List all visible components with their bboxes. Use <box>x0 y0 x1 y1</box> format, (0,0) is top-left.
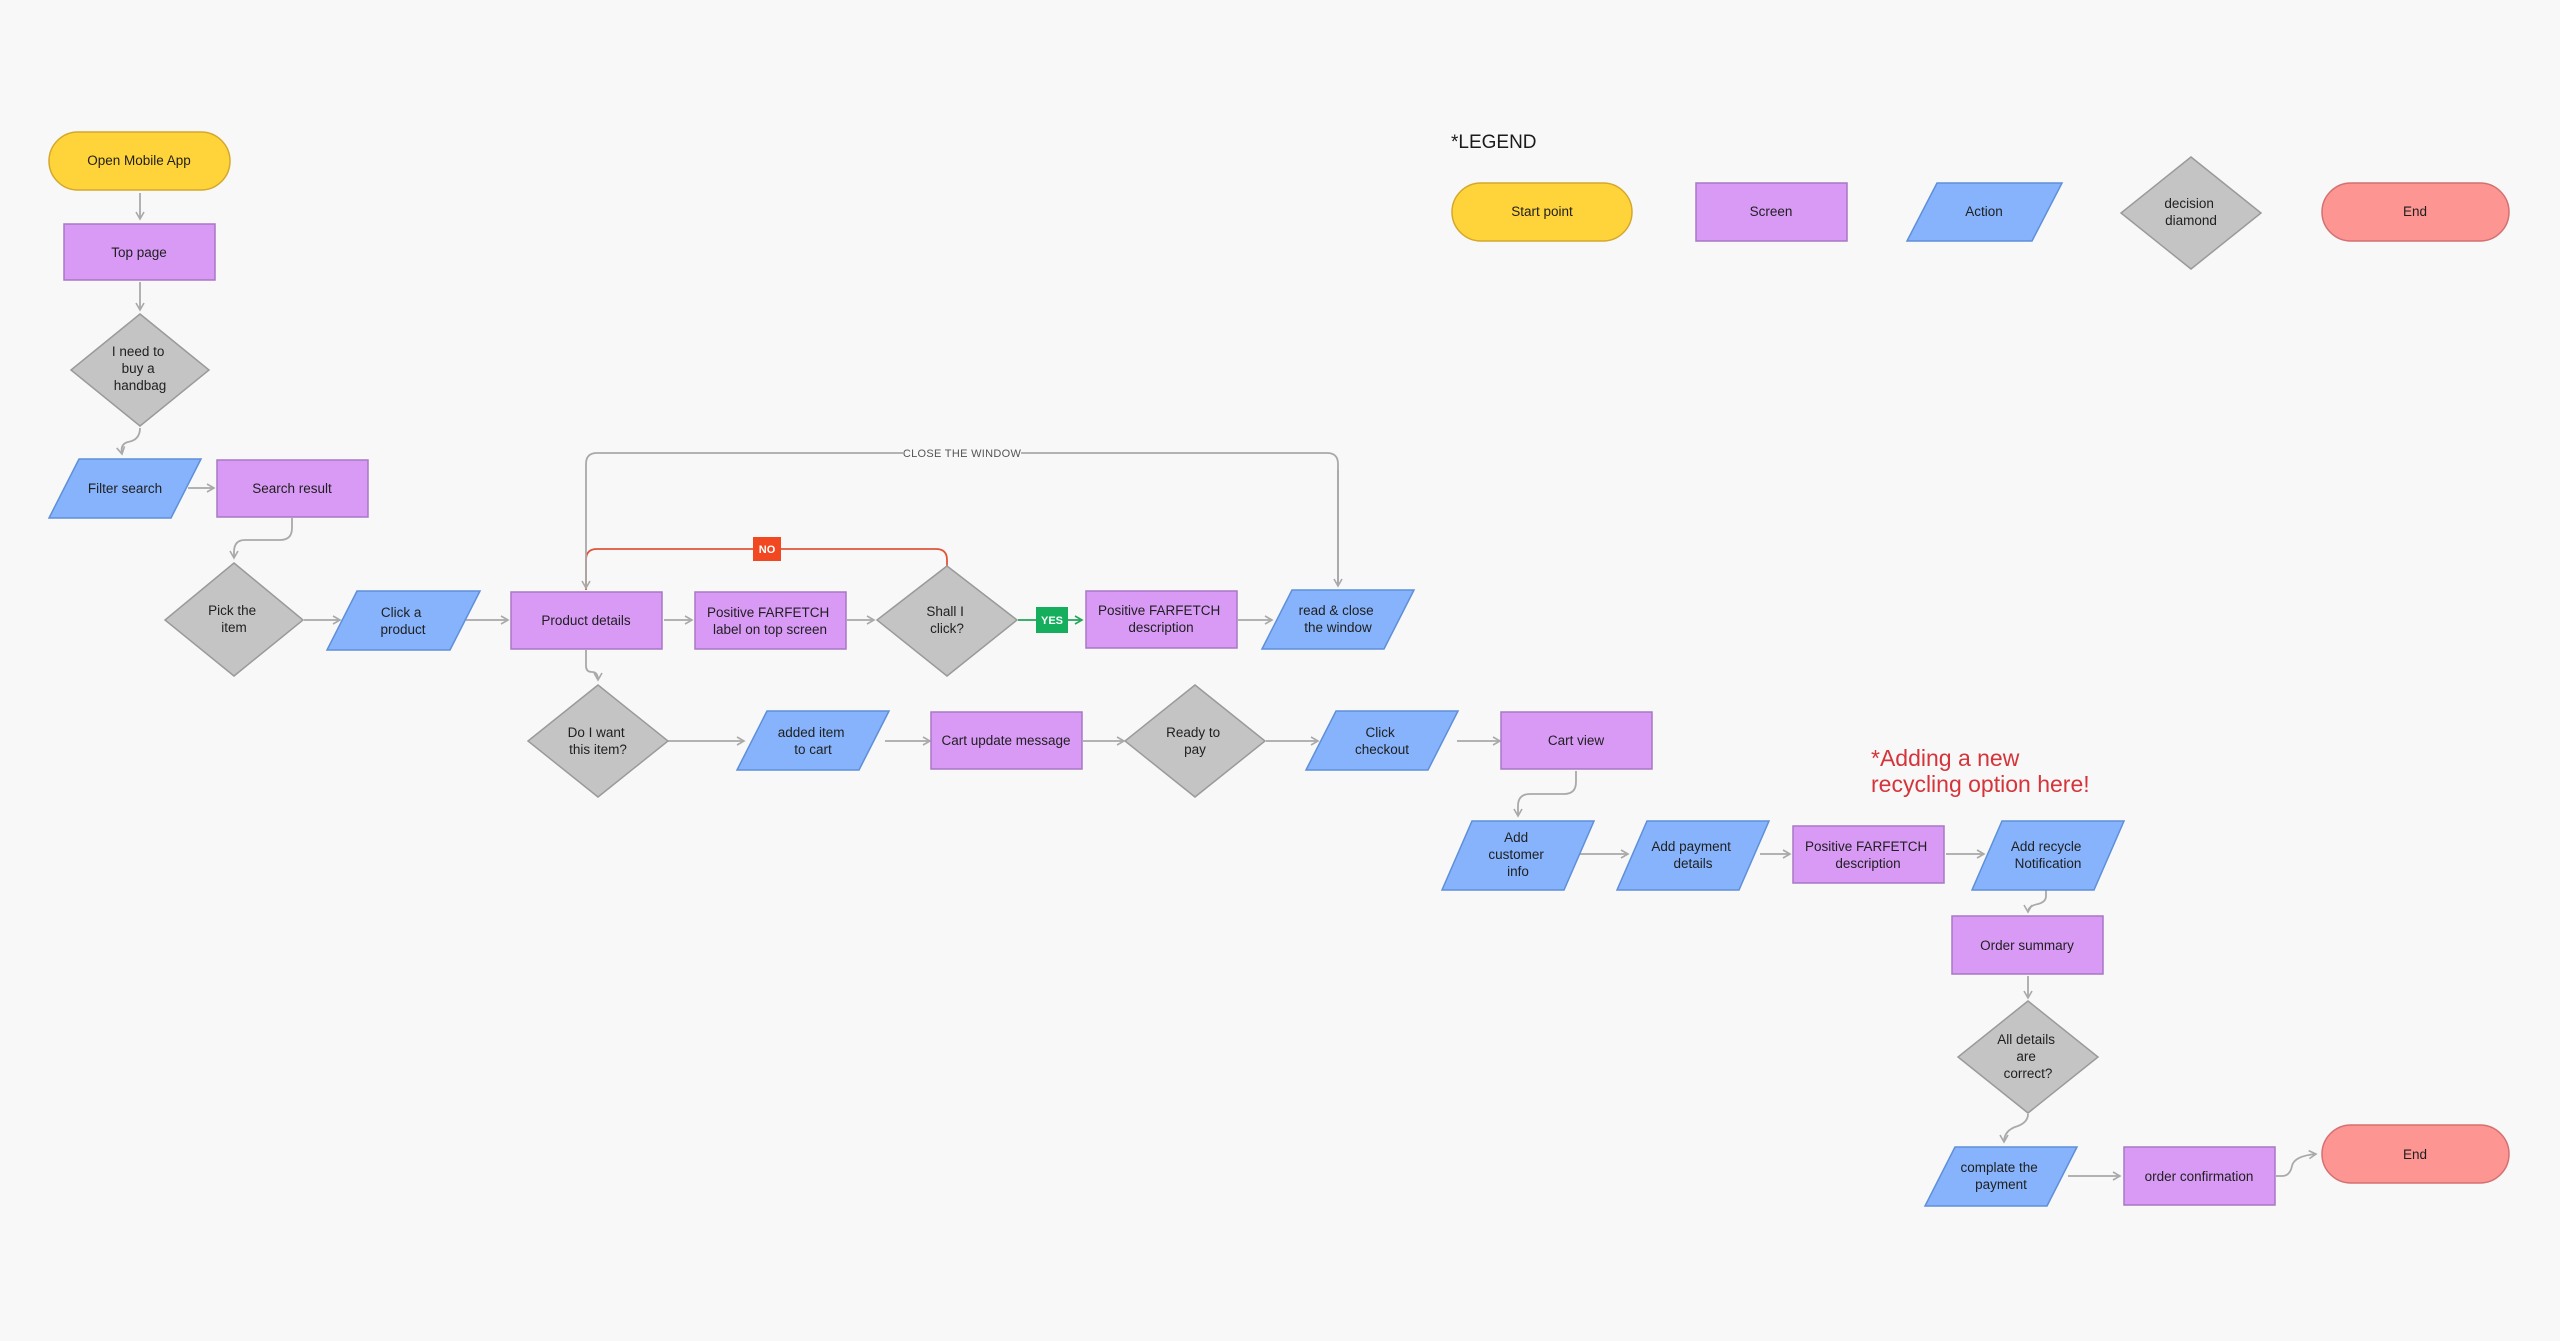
order-summary-label: Order summary <box>1980 938 2074 953</box>
legend-screen-label: Screen <box>1750 204 1793 219</box>
node-open-mobile-app: Open Mobile App <box>48 131 231 191</box>
flowchart-svg: CLOSE THE WINDOW NO YES *LEGEND Start po… <box>47 131 2510 1207</box>
order-confirmation-label: order confirmation <box>2145 1169 2254 1184</box>
note-line-1: *Adding a new <box>1871 745 2020 771</box>
node-positive-desc-1: Positive FARFETCH description <box>1085 590 1238 649</box>
node-customer-info: Add customer info <box>1440 820 1596 891</box>
node-shall-click: Shall I click? <box>875 565 1019 677</box>
end-label: End <box>2403 1147 2427 1162</box>
node-end: End <box>2321 1124 2510 1184</box>
node-product-details: Product details <box>510 591 663 650</box>
legend-action: Action <box>1905 182 2064 242</box>
top-page-label: Top page <box>111 245 167 260</box>
edge-label-close-window: CLOSE THE WINDOW <box>903 445 1022 461</box>
connectors <box>116 193 2318 1181</box>
node-top-page: Top page <box>63 223 216 281</box>
no-label: NO <box>759 544 776 556</box>
legend-start-label: Start point <box>1511 204 1573 219</box>
product-details-label: Product details <box>541 613 631 628</box>
edge-close-window-left <box>581 452 1339 590</box>
filter-search-label: Filter search <box>88 481 162 496</box>
node-click-checkout: Click checkout <box>1304 710 1460 771</box>
node-click-product: Click a product <box>325 590 482 651</box>
edge-recycle-to-summary <box>2023 890 2047 914</box>
legend-title: *LEGEND <box>1451 132 1537 153</box>
legend-action-label: Action <box>1965 204 2003 219</box>
close-window-label: CLOSE THE WINDOW <box>903 448 1022 460</box>
yes-tag: YES <box>1036 607 1068 633</box>
node-added-cart: added item to cart <box>735 710 891 771</box>
legend-end-label: End <box>2403 204 2427 219</box>
node-cart-view: Cart view <box>1500 711 1653 770</box>
legend: *LEGEND Start point Screen Action decisi… <box>1451 132 2510 270</box>
node-payment-details: Add payment details <box>1615 820 1771 891</box>
node-recycle-notification: Add recycle Notification <box>1970 820 2126 891</box>
node-filter-search: Filter search <box>47 458 203 519</box>
edge-decision-to-filter <box>116 427 141 456</box>
edge-result-to-pick <box>229 518 293 560</box>
edge-confirm-to-end <box>2276 1149 2318 1177</box>
flowchart-canvas: CLOSE THE WINDOW NO YES *LEGEND Start po… <box>0 0 2560 1336</box>
node-complete-payment: complate the payment <box>1923 1146 2079 1207</box>
edge-details-to-want <box>585 650 603 682</box>
node-want-item: Do I want this item? <box>526 684 670 798</box>
node-pick-item: Pick the item <box>163 562 305 677</box>
edge-cartview-to-customer <box>1513 771 1577 818</box>
node-cart-update: Cart update message <box>930 711 1083 770</box>
node-order-summary: Order summary <box>1951 915 2104 975</box>
node-positive-label: Positive FARFETCH label on top screen <box>694 591 847 650</box>
edge-correct-to-complete <box>1999 1113 2029 1144</box>
legend-end: End <box>2321 182 2510 242</box>
legend-start-point: Start point <box>1451 182 1633 242</box>
no-tag: NO <box>753 537 781 561</box>
cart-view-label: Cart view <box>1548 733 1605 748</box>
node-search-result: Search result <box>216 459 369 518</box>
node-need-handbag: I need to buy a handbag <box>69 313 211 427</box>
legend-decision: decision diamond <box>2119 156 2263 270</box>
node-read-close: read & close the window <box>1260 589 1416 650</box>
node-order-confirmation: order confirmation <box>2123 1146 2276 1206</box>
node-details-correct: All details are correct? <box>1956 1000 2100 1114</box>
node-positive-desc-2: Positive FARFETCH description <box>1792 825 1945 884</box>
legend-screen: Screen <box>1695 182 1848 242</box>
note-line-2: recycling option here! <box>1871 771 2090 797</box>
recycling-note: *Adding a new recycling option here! <box>1871 745 2090 797</box>
search-result-label: Search result <box>252 481 332 496</box>
node-ready-pay: Ready to pay <box>1123 684 1267 798</box>
yes-label: YES <box>1041 615 1063 627</box>
open-mobile-app-label: Open Mobile App <box>87 153 191 168</box>
cart-update-label: Cart update message <box>941 733 1070 748</box>
